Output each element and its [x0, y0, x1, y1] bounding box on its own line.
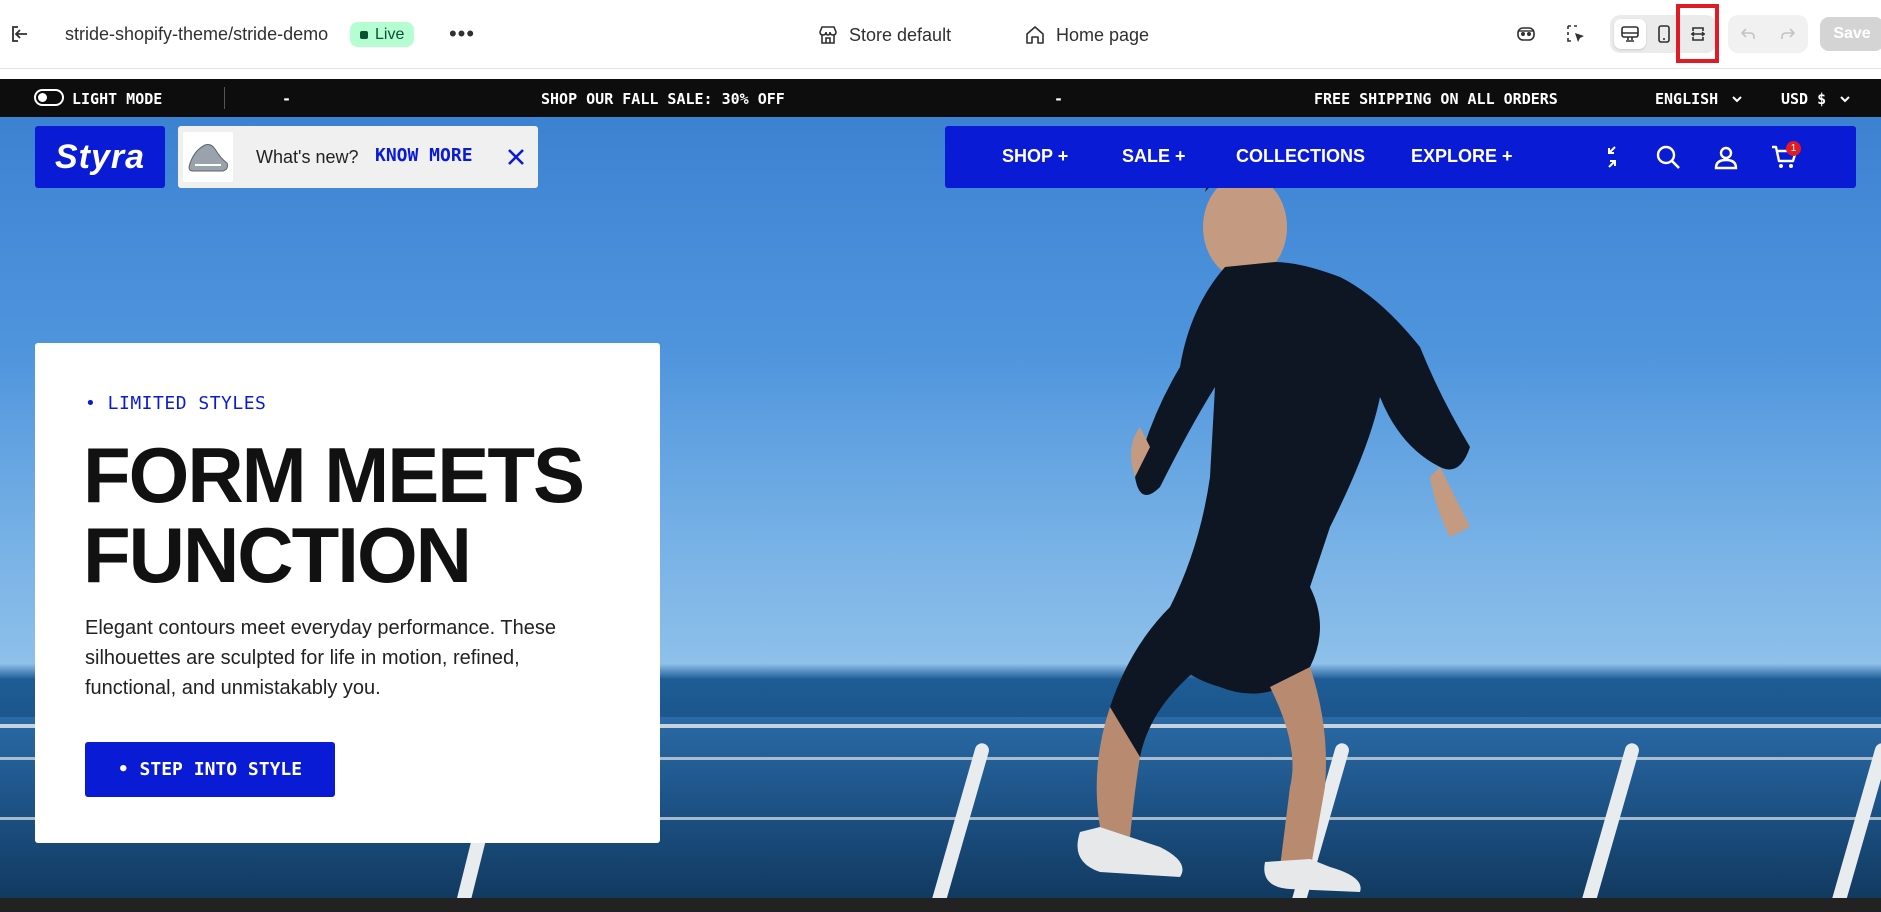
hero-title-line-1: FORM MEETS: [83, 431, 585, 519]
theme-name: stride-shopify-theme/stride-demo: [65, 23, 329, 44]
history-group: [1728, 15, 1808, 53]
nav-item-shop[interactable]: SHOP +: [1002, 146, 1068, 167]
save-button[interactable]: Save: [1820, 17, 1881, 51]
hero-banner: Styra What's new? KNOW MORE SHOP + SALE …: [0, 117, 1881, 898]
desktop-view-button[interactable]: [1614, 19, 1646, 49]
promo-banner: What's new? KNOW MORE: [178, 126, 538, 188]
sneaker-icon: [188, 144, 228, 172]
promo-text: What's new?: [256, 147, 359, 167]
accessibility-button[interactable]: [1509, 17, 1543, 51]
undo-icon[interactable]: [1739, 25, 1757, 43]
step-into-style-button[interactable]: • STEP INTO STYLE: [85, 742, 335, 797]
store-selector[interactable]: Store default: [817, 20, 951, 50]
highlight-annotation: [1676, 4, 1719, 63]
account-button[interactable]: [1710, 141, 1742, 173]
announcement-separator-mid: -: [1054, 90, 1064, 108]
promo-product-image: [183, 132, 233, 182]
home-icon: [1026, 26, 1044, 44]
announcement-message-sale: SHOP OUR FALL SALE: 30% OFF: [541, 90, 785, 108]
promo-know-more-link[interactable]: KNOW MORE: [375, 145, 473, 166]
close-icon[interactable]: [504, 145, 528, 169]
mobile-icon: [1658, 25, 1670, 43]
hero-content-card: • LIMITED STYLES FORM MEETS FUNCTION Ele…: [35, 343, 660, 843]
search-icon: [1656, 145, 1680, 169]
redo-icon[interactable]: [1779, 25, 1797, 43]
theme-mode-label: LIGHT MODE: [72, 90, 163, 108]
page-selector-label: Home page: [1056, 24, 1150, 45]
status-dot: [360, 30, 368, 39]
hero-title-line-2: FUNCTION: [83, 511, 472, 599]
inspector-icon: [1567, 25, 1584, 42]
runner-image: [1077, 167, 1470, 892]
status-label: Live: [375, 25, 405, 43]
hero-description: Elegant contours meet everyday performan…: [85, 617, 556, 699]
nav-item-collections[interactable]: COLLECTIONS: [1236, 146, 1365, 167]
nav-item-explore[interactable]: EXPLORE +: [1411, 146, 1513, 167]
status-badge: Live: [350, 22, 415, 47]
theme-mode-toggle[interactable]: [34, 89, 64, 106]
more-actions-button[interactable]: •••: [448, 20, 476, 48]
compare-button[interactable]: [1596, 141, 1628, 173]
announcement-divider: [224, 87, 225, 109]
search-button[interactable]: [1652, 141, 1684, 173]
exit-button[interactable]: [6, 20, 34, 48]
announcement-bar: LIGHT MODE - SHOP OUR FALL SALE: 30% OFF…: [0, 79, 1881, 117]
nav-item-sale[interactable]: SALE +: [1122, 146, 1186, 167]
editor-toolbar: stride-shopify-theme/stride-demo Live ••…: [0, 0, 1881, 69]
compare-icon: [1608, 146, 1616, 168]
account-icon: [1714, 146, 1738, 170]
chevron-down-icon: [1732, 96, 1742, 103]
chevron-down-icon: [1840, 96, 1850, 103]
page-selector[interactable]: Home page: [1024, 20, 1149, 50]
hero-eyebrow: • LIMITED STYLES: [85, 393, 267, 414]
cart-count-badge: 1: [1786, 141, 1801, 156]
cart-button[interactable]: 1: [1768, 141, 1801, 173]
store-selector-label: Store default: [849, 24, 952, 45]
announcement-message-shipping: FREE SHIPPING ON ALL ORDERS: [1314, 90, 1558, 108]
main-navigation: SHOP + SALE + COLLECTIONS EXPLORE + 1: [945, 126, 1856, 188]
store-icon: [819, 26, 837, 44]
hero-title: FORM MEETS FUNCTION: [83, 435, 623, 595]
language-label: ENGLISH: [1655, 90, 1719, 108]
language-selector[interactable]: ENGLISH: [1655, 90, 1743, 108]
storefront-preview: LIGHT MODE - SHOP OUR FALL SALE: 30% OFF…: [0, 79, 1881, 898]
accessibility-icon: [1517, 27, 1535, 41]
store-logo[interactable]: Styra: [35, 126, 165, 188]
currency-label: USD $: [1781, 90, 1827, 108]
inspector-button[interactable]: [1559, 17, 1593, 51]
currency-selector[interactable]: USD $: [1781, 90, 1851, 108]
desktop-icon: [1621, 26, 1639, 42]
announcement-separator-left: -: [282, 90, 292, 108]
preview-bottom-edge: [0, 898, 1881, 912]
exit-icon: [12, 26, 27, 42]
